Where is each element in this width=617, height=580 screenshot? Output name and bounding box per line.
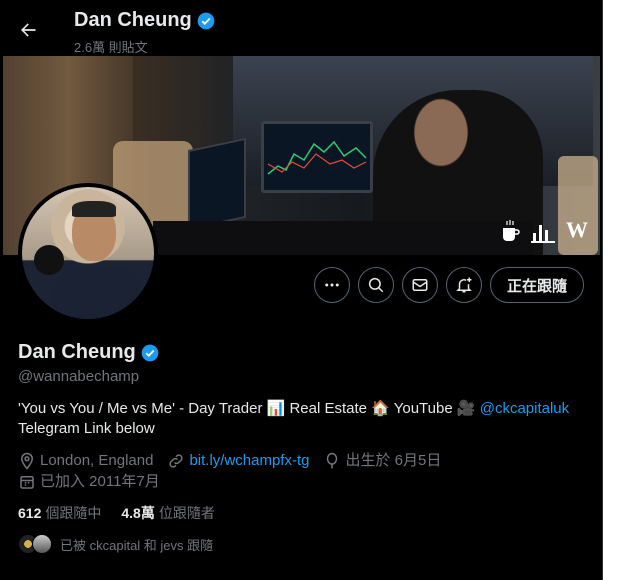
verified-badge-icon [141, 344, 159, 361]
profile-name-row: Dan Cheung [18, 341, 160, 364]
bio-text-2: Telegram Link below [18, 420, 155, 437]
profile-meta: London, England bit.ly/wchampfx-tg 出生於 6… [18, 451, 598, 493]
banner-logos: W [500, 217, 588, 243]
followers-link[interactable]: 4.8萬 位跟隨者 [121, 503, 214, 523]
website-link[interactable]: bit.ly/wchampfx-tg [189, 451, 309, 471]
profile-name: Dan Cheung [18, 341, 136, 363]
profile-bio: 'You vs You / Me vs Me' - Day Trader 📊 R… [18, 399, 588, 439]
notification-add-icon [456, 277, 472, 293]
followers-label: 位跟隨者 [158, 505, 215, 521]
back-button[interactable] [12, 14, 44, 46]
bio-text: 'You vs You / Me vs Me' - Day Trader 📊 R… [18, 400, 480, 417]
message-button[interactable] [401, 267, 438, 303]
balloon-icon [327, 452, 338, 469]
following-count: 612 [18, 505, 42, 521]
location-text: London, England [40, 452, 154, 469]
followers-you-know[interactable]: 已被 ckcapital 和 jevs 跟隨 [18, 534, 213, 554]
mail-icon [412, 279, 428, 291]
bio-mention-link[interactable]: @ckcapitaluk [480, 400, 569, 417]
following-label: 個跟隨中 [45, 505, 102, 521]
verified-badge-icon [197, 12, 215, 29]
search-button[interactable] [357, 267, 394, 303]
top-bar: Dan Cheung 2.6萬 則貼文 [0, 0, 602, 56]
profile-page: Dan Cheung 2.6萬 則貼文 W 正在跟隨 Dan Cheung @w… [0, 0, 603, 580]
profile-actions: 正在跟隨 [313, 267, 584, 303]
following-button[interactable]: 正在跟隨 [489, 267, 584, 303]
search-icon [368, 277, 384, 293]
more-icon [325, 283, 339, 287]
website[interactable]: bit.ly/wchampfx-tg [167, 451, 309, 471]
more-button[interactable] [313, 267, 350, 303]
mutual-avatar [32, 534, 52, 554]
back-arrow-icon [21, 23, 36, 37]
followers-count: 4.8萬 [121, 505, 155, 521]
post-count: 2.6萬 則貼文 [74, 40, 148, 55]
joined-text: 已加入 2011年7月 [40, 473, 160, 490]
link-icon [169, 454, 184, 468]
bar-chart-icon [531, 225, 555, 243]
avatar[interactable] [18, 183, 158, 323]
header-title: Dan Cheung [74, 9, 216, 32]
followed-by-text: 已被 ckcapital 和 jevs 跟隨 [60, 537, 214, 553]
w-logo: W [566, 217, 588, 242]
mutual-avatars [18, 534, 52, 554]
location: London, England [18, 451, 153, 471]
following-link[interactable]: 612 個跟隨中 [18, 503, 101, 523]
coffee-cup-icon [503, 220, 520, 241]
header-name: Dan Cheung [74, 9, 192, 31]
follow-stats: 612 個跟隨中 4.8萬 位跟隨者 [18, 503, 215, 523]
joined-date: 已加入 2011年7月 [18, 472, 160, 492]
page-gutter [603, 0, 617, 580]
birthday: 出生於 6月5日 [323, 451, 441, 471]
profile-handle: @wannabechamp [18, 368, 140, 385]
calendar-icon [20, 476, 34, 489]
birthday-text: 出生於 6月5日 [345, 452, 442, 469]
location-icon [20, 452, 34, 470]
notification-button[interactable] [445, 267, 482, 303]
